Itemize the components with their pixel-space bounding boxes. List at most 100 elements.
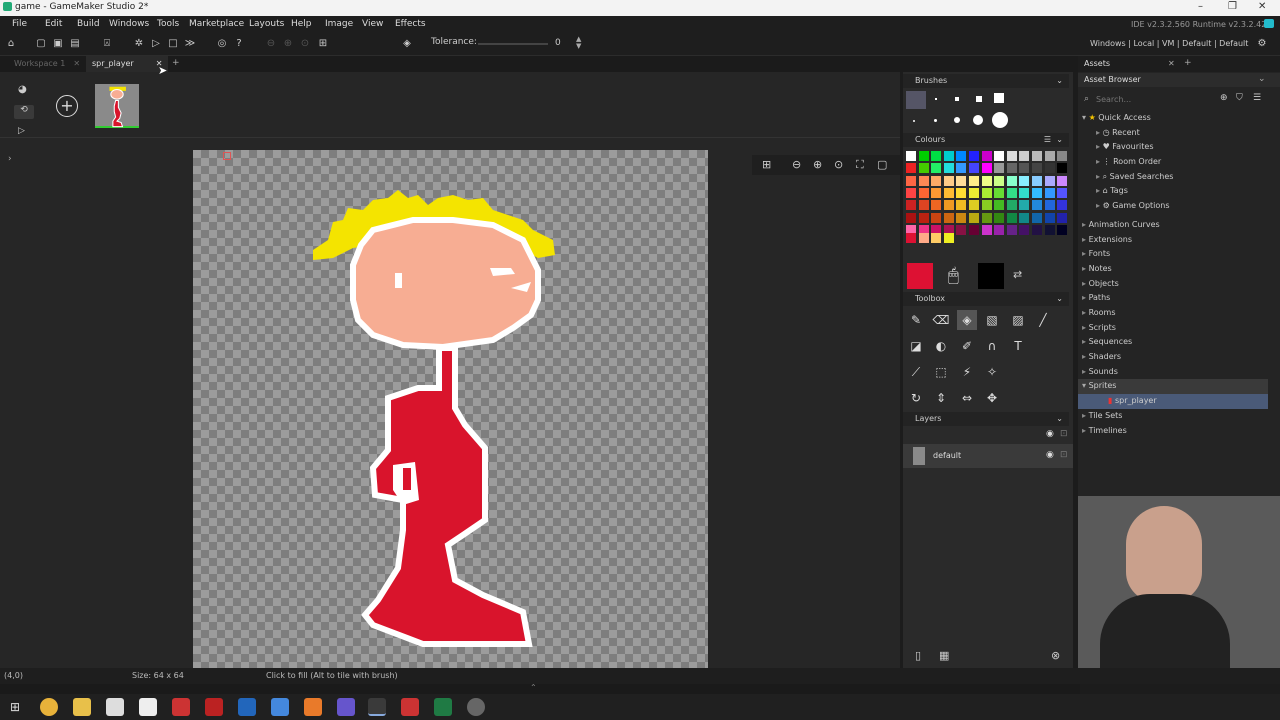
zoom-in-icon[interactable]: ⊕: [813, 158, 822, 171]
palette-swatch[interactable]: [994, 212, 1005, 223]
lasso-icon[interactable]: ✧: [982, 362, 1002, 382]
assets-tab[interactable]: Assets: [1084, 59, 1110, 68]
target-icon[interactable]: ◎: [215, 37, 229, 51]
palette-swatch[interactable]: [969, 163, 979, 174]
colour-palette[interactable]: [906, 151, 1070, 241]
zoom-fit-icon[interactable]: ⊙: [834, 158, 843, 171]
recent-swatch[interactable]: [918, 233, 929, 243]
palette-swatch[interactable]: [906, 187, 916, 198]
palette-swatch[interactable]: [943, 175, 954, 186]
palette-swatch[interactable]: [994, 151, 1005, 161]
tree-objects[interactable]: ▸ Objects: [1082, 279, 1119, 288]
recent-colours[interactable]: [906, 233, 1070, 245]
flip-horizontal-icon[interactable]: ⇔: [957, 388, 977, 408]
tree-sprites[interactable]: ▾ Sprites: [1078, 379, 1268, 394]
palette-swatch[interactable]: [956, 175, 967, 186]
help-icon[interactable]: ?: [232, 37, 246, 51]
palette-swatch[interactable]: [1019, 163, 1030, 174]
pencil-icon[interactable]: ✎: [906, 310, 926, 330]
palette-swatch[interactable]: [981, 212, 992, 223]
color-remove-icon[interactable]: ▧: [982, 310, 1002, 330]
onion-skin-icon[interactable]: ◕: [18, 84, 27, 95]
palette-swatch[interactable]: [918, 200, 929, 211]
chevron-down-icon[interactable]: ⌄: [1056, 292, 1063, 306]
acrobat-icon[interactable]: [172, 698, 190, 716]
layer-row[interactable]: default ◉ ⊡: [903, 444, 1073, 468]
palette-swatch[interactable]: [931, 187, 942, 198]
palette-swatch[interactable]: [1032, 212, 1042, 223]
target-icon[interactable]: ⊕: [1220, 93, 1228, 103]
tree-timelines[interactable]: ▸ Timelines: [1082, 426, 1127, 435]
folder-icon[interactable]: [271, 698, 289, 716]
new-project-icon[interactable]: ▢: [34, 37, 48, 51]
clean-icon[interactable]: ≫: [183, 37, 197, 51]
menu-view[interactable]: View: [362, 19, 383, 29]
palette-swatch[interactable]: [1057, 212, 1068, 223]
add-folder-icon[interactable]: ▦: [939, 649, 949, 662]
chat-icon[interactable]: [1264, 19, 1274, 28]
palette-swatch[interactable]: [1032, 163, 1042, 174]
tree-game-options[interactable]: ▸ ⚙ Game Options: [1096, 201, 1170, 210]
palette-swatch[interactable]: [931, 175, 942, 186]
notepad-icon[interactable]: [139, 698, 157, 716]
zoom-reset-icon[interactable]: ⊙: [298, 37, 312, 51]
brush-round-2[interactable]: [934, 119, 937, 122]
chevron-down-icon[interactable]: ⌄: [1258, 74, 1266, 84]
gamemaker-icon[interactable]: [368, 698, 386, 716]
tree-favourites[interactable]: ▸ ♥ Favourites: [1096, 142, 1154, 151]
palette-swatch[interactable]: [943, 187, 954, 198]
palette-swatch[interactable]: [956, 212, 967, 223]
rectangle-icon[interactable]: ◪: [906, 336, 926, 356]
store-icon[interactable]: [106, 698, 124, 716]
tree-rooms[interactable]: ▸ Rooms: [1082, 308, 1116, 317]
brushes-header[interactable]: Brushes ⌄: [903, 74, 1069, 88]
tree-sounds[interactable]: ▸ Sounds: [1082, 367, 1118, 376]
menu-help[interactable]: Help: [291, 19, 312, 29]
tree-recent[interactable]: ▸ ◷ Recent: [1096, 128, 1140, 137]
tree-sequences[interactable]: ▸ Sequences: [1082, 337, 1132, 346]
palette-swatch[interactable]: [1032, 175, 1042, 186]
chevron-up-icon[interactable]: ⌃: [530, 683, 537, 692]
tab-spr-player[interactable]: spr_player ✕: [86, 56, 168, 72]
menu-file[interactable]: File: [12, 19, 27, 29]
recent-swatch[interactable]: [943, 233, 954, 243]
palette-swatch[interactable]: [918, 175, 929, 186]
palette-swatch[interactable]: [969, 212, 979, 223]
add-layer-icon[interactable]: ▯: [915, 649, 921, 662]
chevron-down-icon[interactable]: ⌄: [1056, 133, 1063, 147]
palette-swatch[interactable]: [1057, 200, 1068, 211]
brush-5px[interactable]: [994, 93, 1004, 103]
ellipse-icon[interactable]: ◐: [931, 336, 951, 356]
color-replace-icon[interactable]: ▨: [1008, 310, 1028, 330]
chevron-down-icon[interactable]: ⌄: [1056, 74, 1063, 88]
palette-swatch[interactable]: [931, 200, 942, 211]
palette-swatch[interactable]: [943, 163, 954, 174]
save-icon[interactable]: ▤: [68, 37, 82, 51]
blender-icon[interactable]: [304, 698, 322, 716]
palette-swatch[interactable]: [981, 151, 992, 161]
chrome-icon[interactable]: [40, 698, 58, 716]
tree-room-order[interactable]: ▸ ⋮ Room Order: [1096, 157, 1161, 166]
palette-swatch[interactable]: [1006, 163, 1017, 174]
brush-round-4[interactable]: [973, 115, 983, 125]
fullscreen-icon[interactable]: ⛶: [856, 158, 864, 172]
rotate-icon[interactable]: ↻: [906, 388, 926, 408]
palette-swatch[interactable]: [906, 151, 916, 161]
tree-notes[interactable]: ▸ Notes: [1082, 264, 1112, 273]
play-icon[interactable]: ▷: [18, 126, 25, 136]
palette-swatch[interactable]: [1044, 200, 1055, 211]
palette-swatch[interactable]: [906, 200, 916, 211]
palette-swatch[interactable]: [1032, 151, 1042, 161]
menu-image[interactable]: Image: [325, 19, 353, 29]
colours-header[interactable]: Colours ☰ ⌄: [903, 133, 1069, 147]
close-button[interactable]: ✕: [1258, 1, 1266, 12]
palette-swatch[interactable]: [1006, 200, 1017, 211]
new-tab-icon[interactable]: +: [172, 58, 180, 68]
palette-swatch[interactable]: [918, 163, 929, 174]
brush-3px[interactable]: [955, 97, 959, 101]
loop-icon[interactable]: ⟲: [14, 105, 34, 119]
palette-swatch[interactable]: [1006, 175, 1017, 186]
palette-swatch[interactable]: [956, 200, 967, 211]
swap-colors-icon[interactable]: ⇄: [1013, 268, 1022, 281]
frame-bounds-icon[interactable]: ▢: [877, 158, 887, 171]
